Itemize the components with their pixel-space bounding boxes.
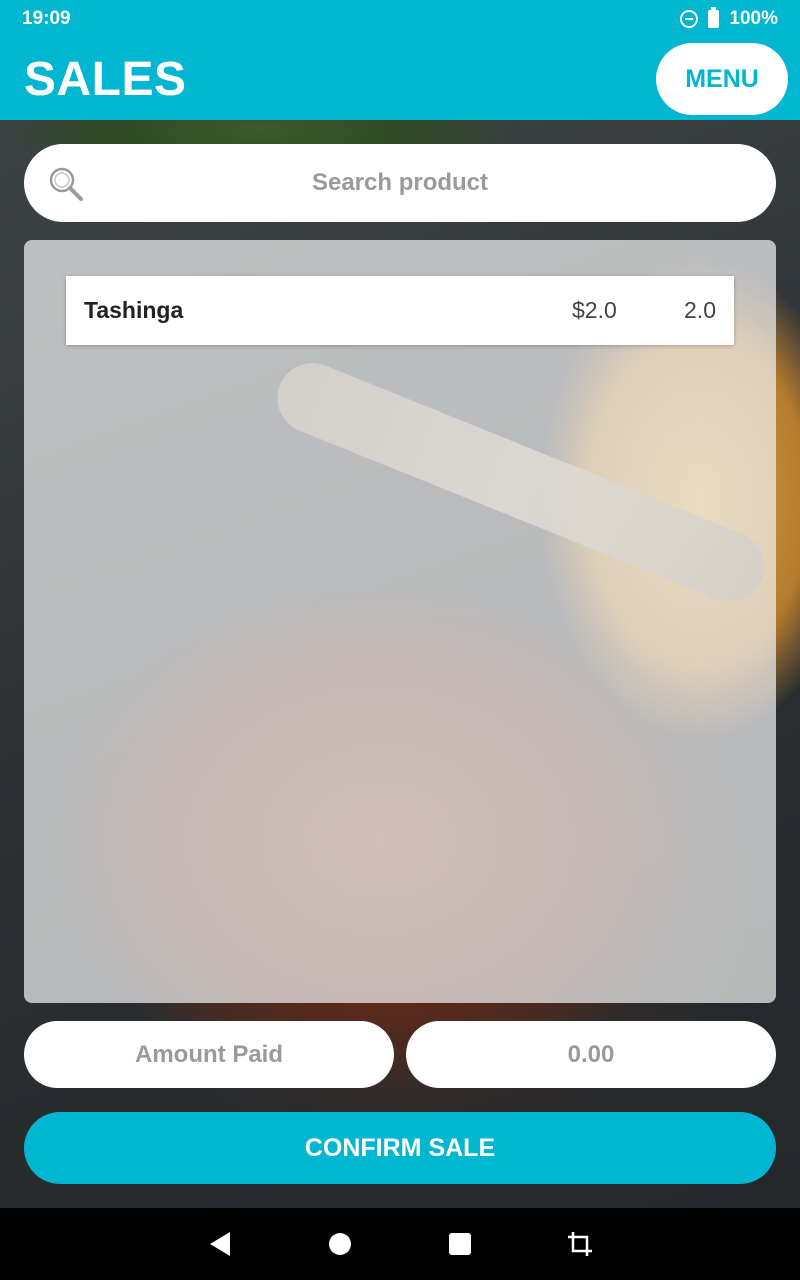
product-quantity: 2.0	[684, 297, 716, 323]
nav-back-button[interactable]	[184, 1208, 256, 1280]
home-icon	[329, 1233, 351, 1255]
nav-home-button[interactable]	[304, 1208, 376, 1280]
confirm-sale-button[interactable]: CONFIRM SALE	[24, 1112, 776, 1184]
crop-icon	[568, 1232, 592, 1256]
battery-icon	[708, 7, 720, 28]
status-icons: 100%	[680, 7, 778, 30]
nav-screenshot-button[interactable]	[544, 1208, 616, 1280]
battery-percent: 100%	[729, 8, 778, 29]
search-bar[interactable]	[24, 144, 776, 222]
status-time: 19:09	[22, 8, 71, 29]
do-not-disturb-icon	[680, 10, 699, 28]
product-price: $2.0	[572, 297, 617, 323]
amount-paid-input[interactable]	[406, 1021, 776, 1088]
status-bar: 19:09 100%	[0, 0, 800, 38]
cart-list-panel: Tashinga $2.0 2.0	[24, 240, 776, 1003]
search-input[interactable]	[24, 144, 776, 222]
back-icon	[210, 1232, 230, 1256]
nav-recents-button[interactable]	[424, 1208, 496, 1280]
list-item[interactable]: Tashinga $2.0 2.0	[66, 276, 734, 345]
menu-button[interactable]: MENU	[656, 43, 788, 115]
search-icon	[49, 167, 83, 201]
page-title: SALES	[24, 52, 187, 106]
recents-icon	[449, 1233, 471, 1255]
amount-paid-label: Amount Paid	[24, 1021, 394, 1088]
system-navigation-bar	[0, 1208, 800, 1280]
product-name: Tashinga	[84, 297, 184, 323]
app-bar: SALES MENU	[0, 38, 800, 120]
